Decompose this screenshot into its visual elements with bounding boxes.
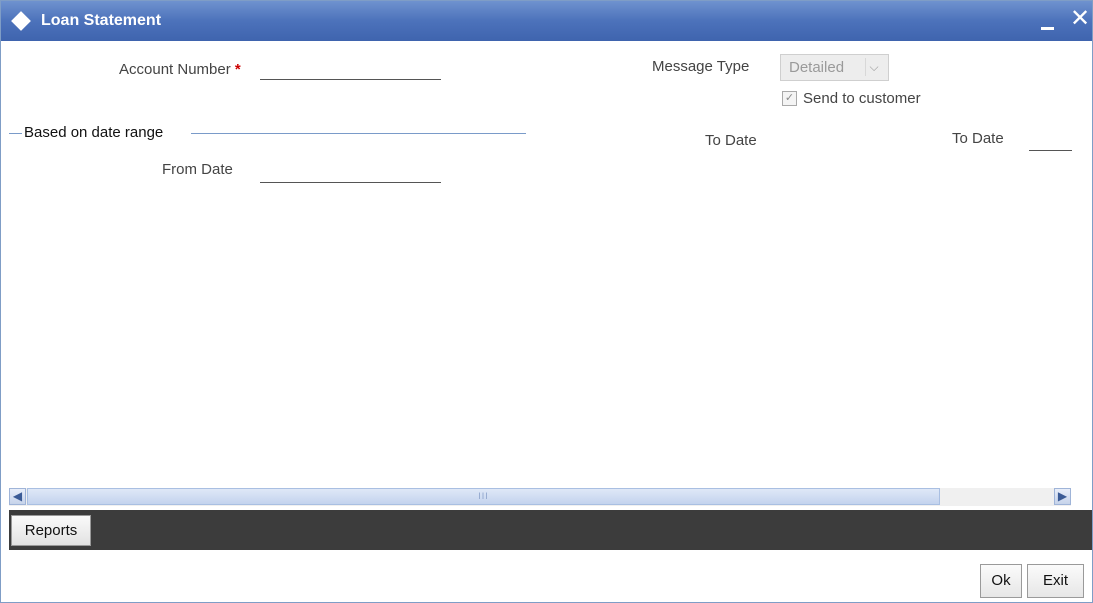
diamond-icon [11,11,31,31]
account-number-label-text: Account Number [119,61,231,78]
ok-button[interactable]: Ok [980,564,1022,598]
close-icon[interactable]: ✕ [1070,7,1090,31]
required-marker: * [234,61,241,78]
to-date-label: To Date [705,132,757,149]
loan-statement-window: Loan Statement ✕ Account Number * Messag… [0,0,1093,603]
send-to-customer-checkbox[interactable]: ✓ [782,91,797,106]
title-bar: Loan Statement ✕ [1,1,1092,41]
group-divider-left [9,133,22,134]
to-date-input[interactable] [1029,130,1072,151]
footer [9,550,1092,602]
group-divider [191,133,526,134]
chevron-down-icon: ⌵ [865,58,882,76]
from-date-label: From Date [162,161,233,178]
tab-bar: Reports [9,510,1092,550]
minimize-icon[interactable] [1041,27,1054,30]
exit-button[interactable]: Exit [1027,564,1084,598]
scroll-left-icon[interactable]: ◀ [9,488,26,505]
scroll-right-icon[interactable]: ▶ [1054,488,1071,505]
tab-reports[interactable]: Reports [11,515,91,546]
send-to-customer-label: Send to customer [803,90,921,107]
message-type-value: Detailed [789,59,845,76]
message-type-select[interactable]: Detailed ⌵ [780,54,889,81]
scrollbar-grip: III [478,491,489,501]
scrollbar-thumb[interactable]: III [27,488,940,505]
from-date-input[interactable] [260,162,441,183]
window-title: Loan Statement [41,12,162,29]
account-number-input[interactable] [260,59,441,80]
message-type-label: Message Type [652,58,750,75]
to-date-label-2: To Date [952,130,1004,147]
account-number-label: Account Number * [119,61,241,78]
date-range-legend: Based on date range [24,124,164,141]
horizontal-scrollbar[interactable]: ◀ III ▶ [9,488,1071,506]
